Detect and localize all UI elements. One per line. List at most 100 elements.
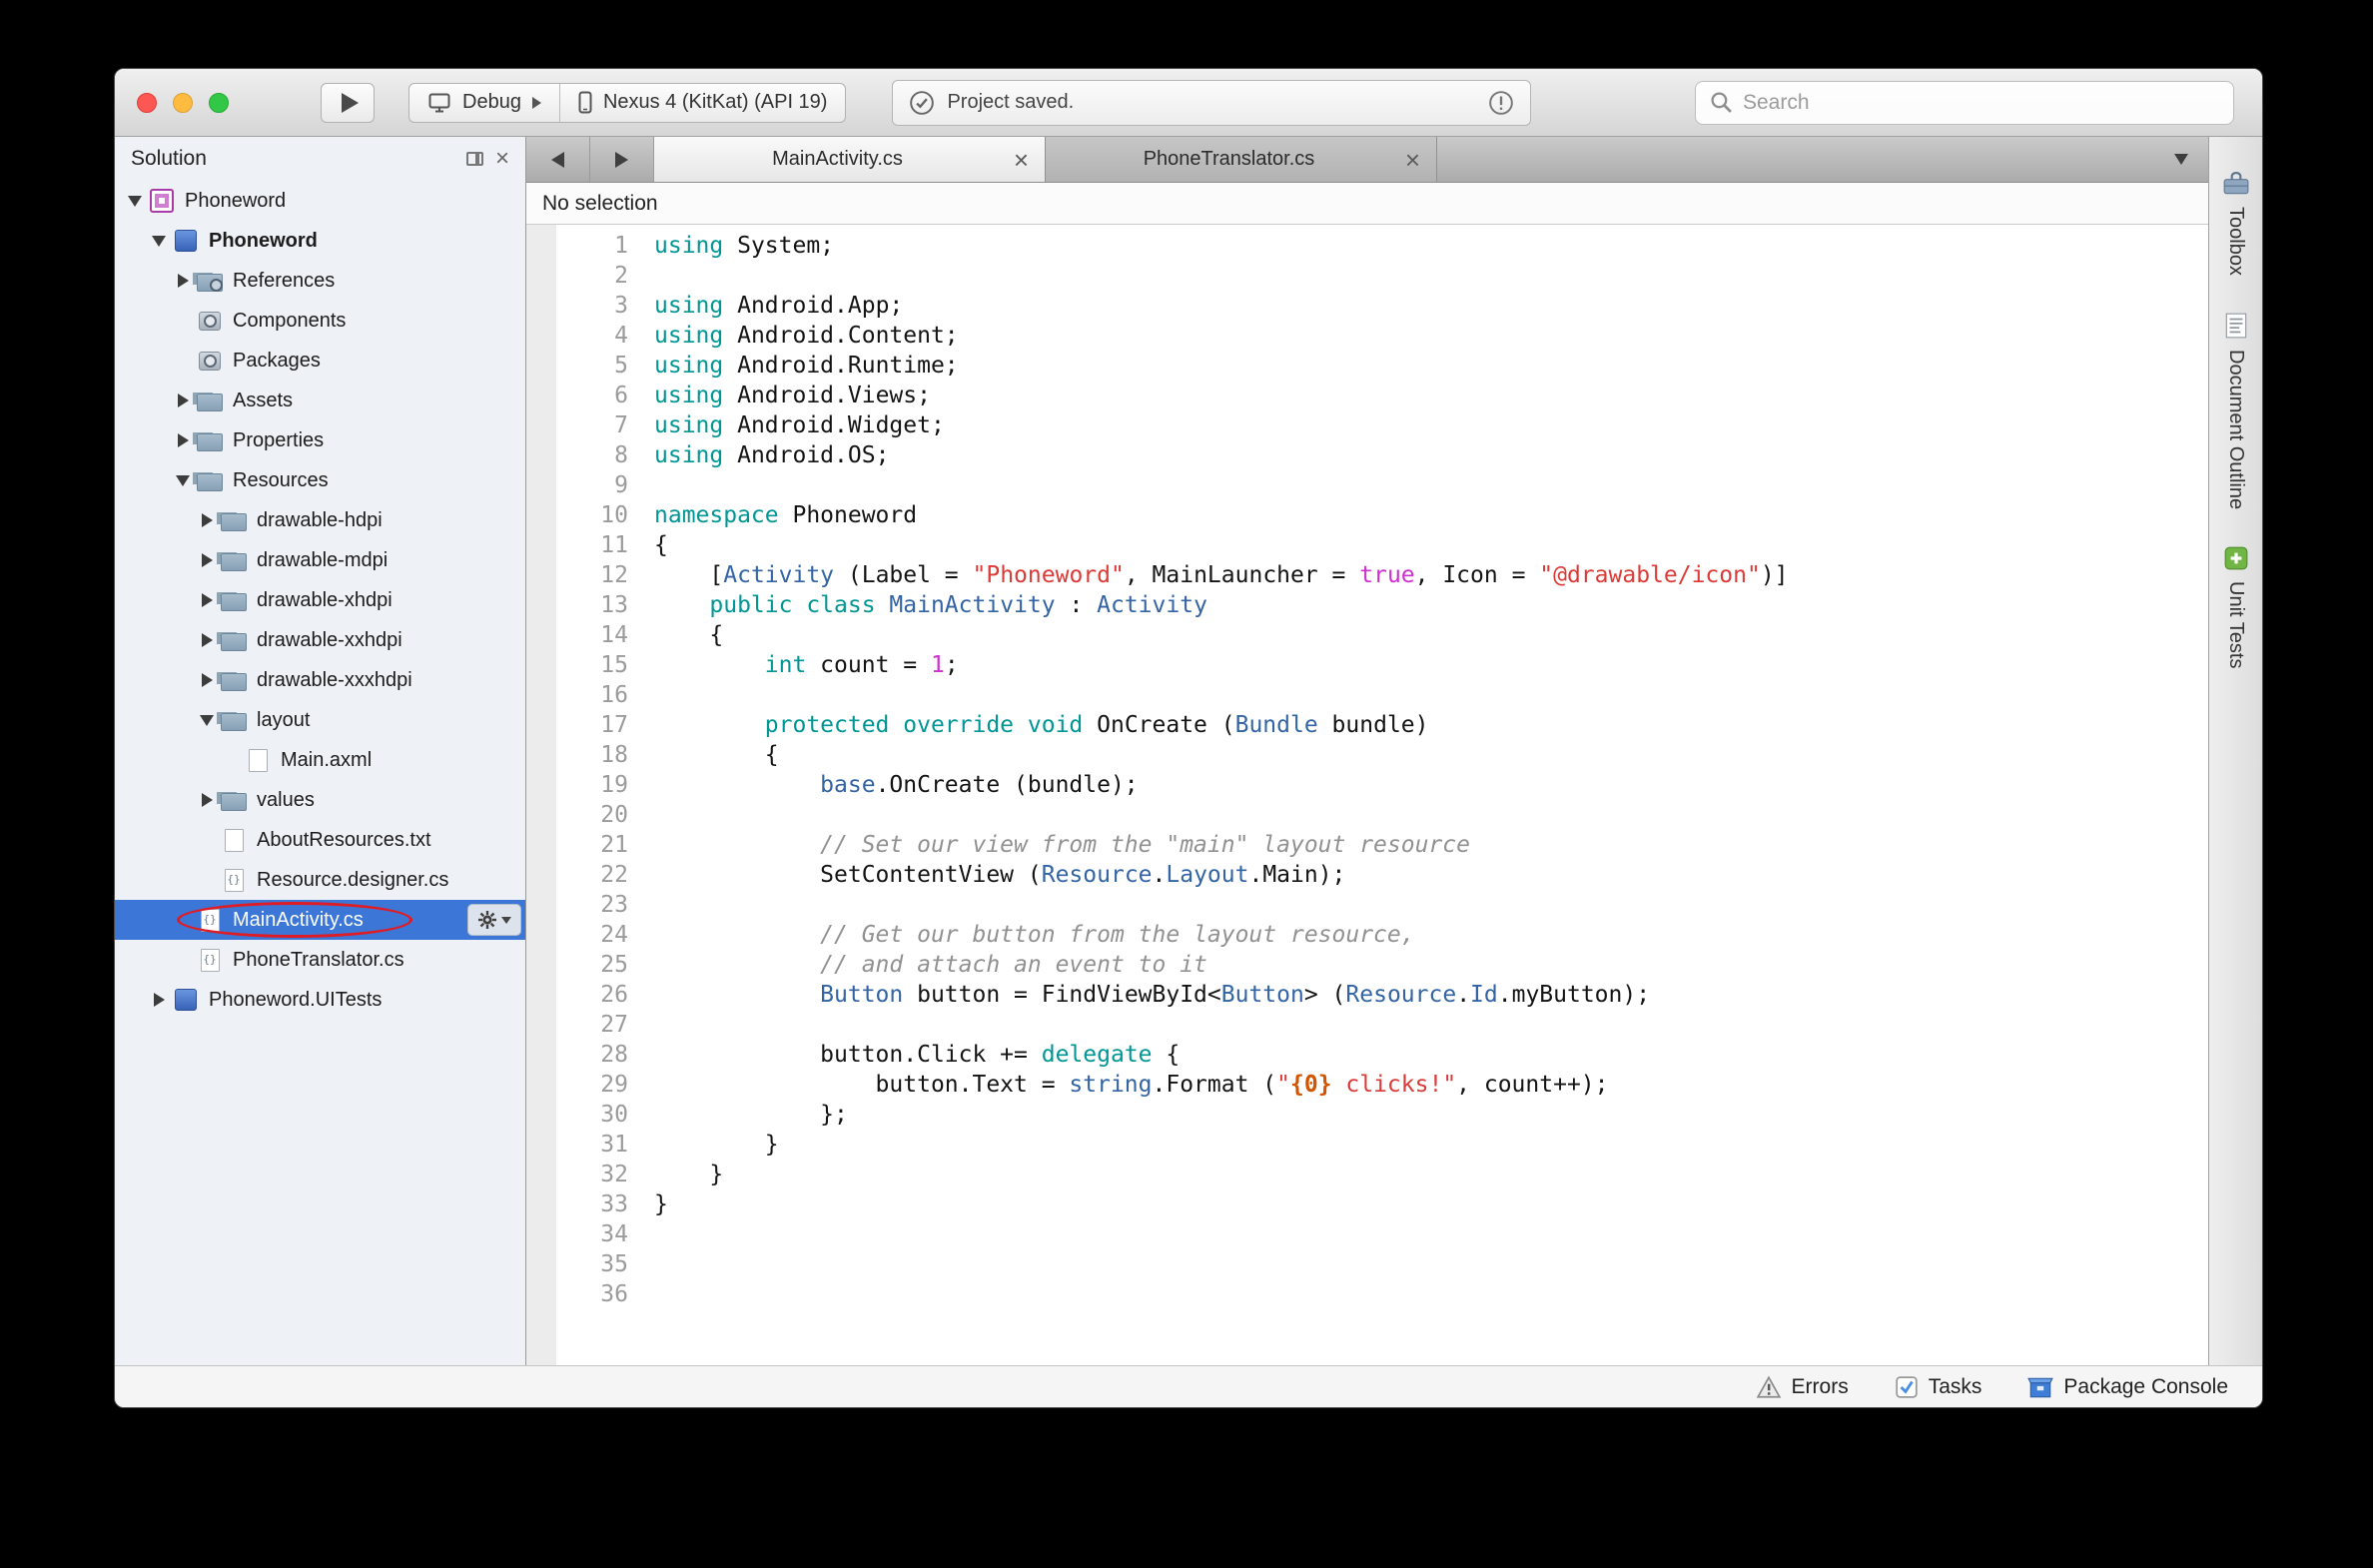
navigate-back-button[interactable] (526, 137, 590, 182)
tree-item-drawable-xxxhdpi[interactable]: drawable-xxxhdpi (115, 660, 525, 700)
code-line (654, 261, 2208, 291)
navigate-forward-button[interactable] (590, 137, 654, 182)
tab-overflow-icon[interactable] (2174, 154, 2188, 165)
tree-item-drawable-xhdpi[interactable]: drawable-xhdpi (115, 580, 525, 620)
tree-item-main-axml[interactable]: Main.axml (115, 740, 525, 780)
tree-item-label: layout (257, 709, 310, 732)
expander-right-icon[interactable] (171, 433, 195, 447)
close-pad-icon[interactable]: × (495, 147, 509, 171)
monitor-icon (427, 92, 451, 114)
tree-item-drawable-hdpi[interactable]: drawable-hdpi (115, 500, 525, 540)
dock-tab-unit-tests[interactable]: Unit Tests (2223, 545, 2249, 668)
tree-item-aboutresources-txt[interactable]: AboutResources.txt (115, 820, 525, 860)
code-line: using Android.Widget; (654, 410, 2208, 440)
line-number: 18 (556, 740, 628, 770)
tree-item-drawable-xxhdpi[interactable]: drawable-xxhdpi (115, 620, 525, 660)
toolbox-icon (2222, 171, 2250, 197)
expander-right-icon[interactable] (171, 393, 195, 407)
breadcrumb[interactable]: No selection (526, 183, 2208, 225)
back-arrow-icon (551, 152, 564, 168)
run-button[interactable] (321, 83, 375, 123)
folder-icon (195, 429, 225, 451)
item-options-gear-button[interactable] (467, 904, 521, 936)
line-number: 4 (556, 321, 628, 351)
tree-item-label: Assets (233, 390, 293, 412)
expander-down-icon[interactable] (171, 475, 195, 486)
tree-item-phonetranslator-cs[interactable]: PhoneTranslator.cs (115, 940, 525, 980)
expander-right-icon[interactable] (195, 513, 219, 527)
dock-tab-label: Toolbox (2224, 207, 2247, 276)
tree-item-packages[interactable]: Packages (115, 341, 525, 381)
search-field[interactable] (1695, 81, 2234, 125)
tree-item-label: drawable-xhdpi (257, 589, 393, 612)
tab-mainactivity-cs[interactable]: MainActivity.cs× (654, 137, 1046, 182)
expander-down-icon[interactable] (195, 715, 219, 726)
expander-right-icon[interactable] (195, 593, 219, 607)
code-line: public class MainActivity : Activity (654, 590, 2208, 620)
expander-right-icon[interactable] (195, 633, 219, 647)
tree-item-components[interactable]: Components (115, 301, 525, 341)
code-line: using Android.Runtime; (654, 351, 2208, 381)
code-editor[interactable]: 1234567891011121314151617181920212223242… (526, 225, 2208, 1365)
close-window-button[interactable] (137, 93, 157, 113)
tree-item-resources[interactable]: Resources (115, 460, 525, 500)
package-icon (2027, 1375, 2053, 1399)
expander-right-icon[interactable] (195, 553, 219, 567)
code-line: int count = 1; (654, 650, 2208, 680)
tree-item-phoneword-uitests[interactable]: Phoneword.UITests (115, 980, 525, 1020)
dock-tab-label: Unit Tests (2224, 581, 2247, 668)
tree-item-phoneword[interactable]: Phoneword (115, 181, 525, 221)
build-configuration-selector[interactable]: Debug (409, 84, 559, 122)
line-number: 7 (556, 410, 628, 440)
dock-tab-toolbox[interactable]: Toolbox (2222, 171, 2250, 276)
search-input[interactable] (1743, 91, 2219, 115)
expander-right-icon[interactable] (195, 793, 219, 807)
tab-label: PhoneTranslator.cs (1144, 148, 1315, 171)
tree-item-assets[interactable]: Assets (115, 381, 525, 420)
tab-close-icon[interactable]: × (1014, 147, 1029, 173)
tab-close-icon[interactable]: × (1405, 147, 1420, 173)
line-number: 9 (556, 470, 628, 500)
tree-item-label: Phoneword (209, 230, 318, 253)
expander-right-icon[interactable] (195, 673, 219, 687)
dock-pad-icon[interactable] (466, 152, 483, 166)
file-cs-icon (219, 869, 249, 892)
tree-item-layout[interactable]: layout (115, 700, 525, 740)
device-selector[interactable]: Nexus 4 (KitKat) (API 19) (559, 84, 846, 122)
minimize-window-button[interactable] (173, 93, 193, 113)
zoom-window-button[interactable] (209, 93, 229, 113)
statusbar-tasks[interactable]: Tasks (1895, 1375, 1982, 1399)
folder-icon (195, 469, 225, 491)
tree-item-drawable-mdpi[interactable]: drawable-mdpi (115, 540, 525, 580)
tree-item-properties[interactable]: Properties (115, 420, 525, 460)
check-circle-icon (909, 90, 935, 116)
breakpoint-margin[interactable] (526, 225, 556, 1365)
tree-item-label: Phoneword.UITests (209, 989, 382, 1012)
statusbar-errors[interactable]: Errors (1756, 1375, 1849, 1399)
device-label: Nexus 4 (KitKat) (API 19) (603, 91, 828, 114)
dock-tab-document-outline[interactable]: Document Outline (2224, 312, 2248, 509)
tree-item-mainactivity-cs[interactable]: MainActivity.cs (115, 900, 525, 940)
tree-item-values[interactable]: values (115, 780, 525, 820)
line-number: 15 (556, 650, 628, 680)
tab-phonetranslator-cs[interactable]: PhoneTranslator.cs × (1046, 137, 1437, 182)
expander-right-icon[interactable] (171, 274, 195, 288)
tree-item-label: Properties (233, 429, 324, 452)
expander-down-icon[interactable] (147, 236, 171, 247)
file-icon (219, 829, 249, 852)
code-line: button.Click += delegate { (654, 1040, 2208, 1070)
line-number: 29 (556, 1070, 628, 1100)
tree-item-resource-designer-cs[interactable]: Resource.designer.cs (115, 860, 525, 900)
code-line (654, 800, 2208, 830)
code-line (654, 470, 2208, 500)
references-icon (195, 270, 225, 292)
statusbar-package-console[interactable]: Package Console (2027, 1375, 2228, 1399)
expander-down-icon[interactable] (123, 196, 147, 207)
expander-right-icon[interactable] (147, 993, 171, 1007)
tree-item-phoneword[interactable]: Phoneword (115, 221, 525, 261)
tree-item-references[interactable]: References (115, 261, 525, 301)
line-number: 3 (556, 291, 628, 321)
components-icon (195, 312, 225, 331)
notification-circle-icon[interactable] (1488, 90, 1514, 116)
code-line (654, 890, 2208, 920)
